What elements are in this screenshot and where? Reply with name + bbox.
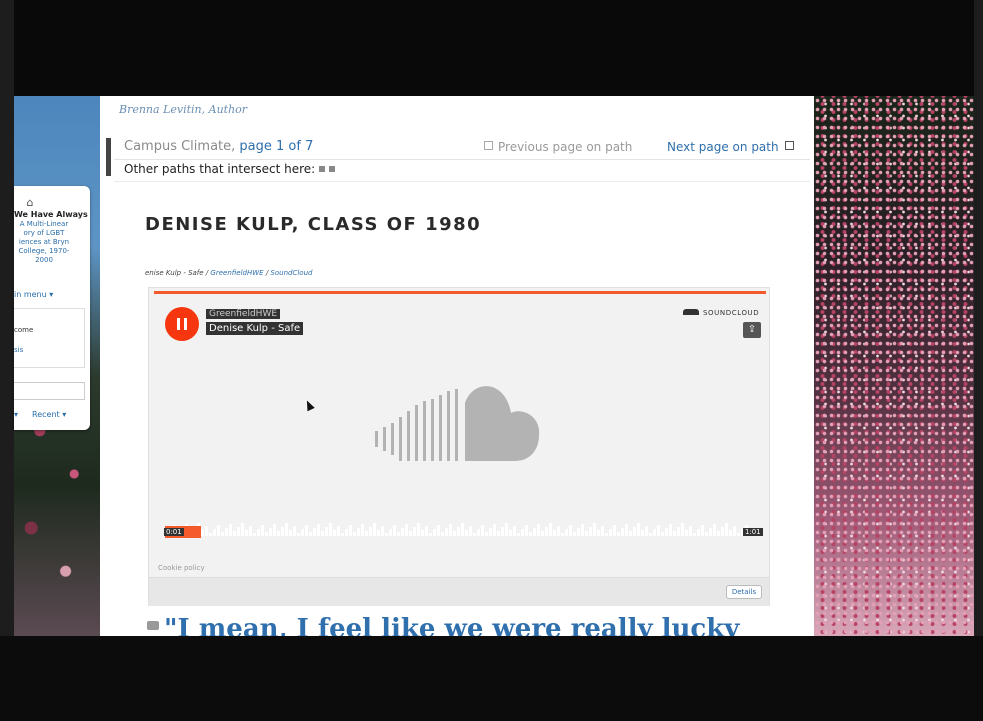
embed-artist-link[interactable]: GreenfieldHWE: [210, 269, 263, 277]
previous-page-label: Previous page on path: [498, 140, 633, 154]
sidebar-dropdown-arrow[interactable]: ▾: [14, 410, 18, 419]
sidebar-item-sis[interactable]: sis: [14, 346, 23, 354]
home-icon[interactable]: ⌂: [24, 196, 36, 209]
other-paths-row: Other paths that intersect here:: [124, 162, 336, 176]
page-title: DENISE KULP, CLASS OF 1980: [145, 214, 482, 235]
details-button[interactable]: Details: [726, 585, 762, 599]
sidebar-book-subtitle[interactable]: A Multi-Linear ory of LGBT iences at Bry…: [14, 220, 74, 265]
letterbox-bottom: [0, 636, 983, 721]
next-page-label: Next page on path: [667, 140, 779, 154]
author-credit: Brenna Levitin, Author: [119, 103, 248, 116]
soundcloud-cloud-icon: [683, 309, 699, 315]
path-divider: [114, 159, 810, 160]
cookie-policy-link[interactable]: Cookie policy: [158, 564, 205, 572]
quote-text: "I mean, I feel like we were really luck…: [164, 614, 740, 636]
recent-menu-toggle[interactable]: Recent ▾: [32, 410, 66, 419]
previous-page-link[interactable]: Previous page on path: [484, 140, 632, 154]
sidebar-search-input[interactable]: [14, 382, 85, 400]
pause-icon-bar-right: [184, 318, 187, 330]
waveform[interactable]: [165, 518, 761, 536]
current-time: 0:01: [164, 528, 184, 536]
soundcloud-player: GreenfieldHWE Denise Kulp - Safe SOUNDCL…: [148, 287, 770, 606]
soundcloud-logo-text: SOUNDCLOUD: [703, 309, 760, 317]
frame-left-border: [0, 0, 14, 721]
player-track-title[interactable]: Denise Kulp - Safe: [206, 322, 304, 335]
next-page-link[interactable]: Next page on path: [667, 140, 794, 154]
pause-icon-bar-left: [177, 318, 180, 330]
path-icon-1[interactable]: [319, 166, 326, 172]
main-menu-toggle[interactable]: in menu ▾: [14, 290, 53, 299]
player-accent-line: [154, 291, 766, 294]
pause-button[interactable]: [165, 307, 199, 341]
path-title: Campus Climate, page 1 of 7: [124, 139, 313, 154]
content-page: Brenna Levitin, Author Campus Climate, p…: [100, 96, 814, 636]
frame-right-border: [974, 0, 983, 721]
soundcloud-logo[interactable]: SOUNDCLOUD: [683, 309, 759, 317]
path-page-count[interactable]: page 1 of 7: [239, 139, 313, 154]
track-duration: 1:01: [743, 528, 763, 536]
letterbox-top: [0, 0, 983, 96]
sidebar-card: ⌂ We Have Always A Multi-Linear ory of L…: [14, 186, 90, 430]
background-photo-right: [814, 96, 974, 636]
sidebar-book-title[interactable]: We Have Always: [14, 210, 90, 219]
next-arrow-icon: [784, 141, 794, 150]
path-icon-2[interactable]: [329, 166, 336, 172]
path-indicator-bar: [106, 138, 111, 176]
previous-arrow-icon: [484, 141, 493, 150]
embed-caption: enise Kulp - Safe / GreenfieldHWE / Soun…: [145, 269, 313, 277]
mouse-cursor-icon: [303, 398, 315, 412]
share-icon: ⇪: [747, 324, 757, 335]
embed-service-link[interactable]: SoundCloud: [270, 269, 312, 277]
quote-image-icon: [147, 621, 159, 630]
soundcloud-artwork-icon: [375, 386, 540, 461]
sidebar-menu-box: [14, 308, 85, 368]
other-paths-label: Other paths that intersect here:: [124, 162, 316, 176]
player-artist[interactable]: GreenfieldHWE: [206, 309, 281, 319]
sidebar-item-welcome[interactable]: come: [14, 326, 33, 334]
path-name[interactable]: Campus Climate,: [124, 139, 235, 154]
embed-track-name: enise Kulp - Safe /: [145, 269, 209, 277]
share-button[interactable]: ⇪: [743, 322, 761, 338]
player-footer: Details: [149, 577, 769, 606]
path-divider-2: [114, 181, 810, 182]
